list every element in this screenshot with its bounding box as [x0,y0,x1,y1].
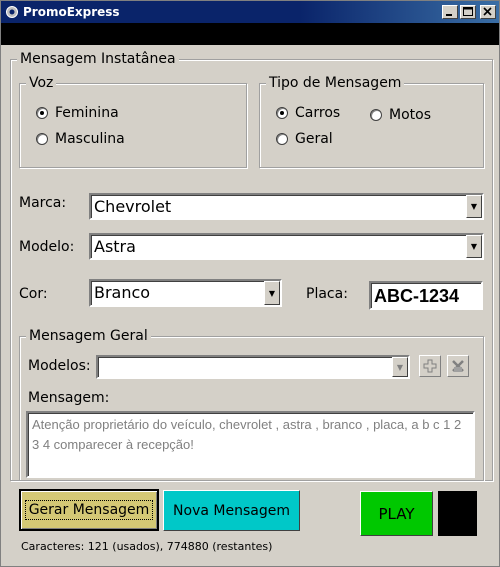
gear-app-icon [6,6,18,18]
radio-feminina-label: Feminina [55,105,119,121]
add-model-button[interactable] [419,355,441,377]
radio-motos-indicator [370,109,382,121]
mensagem-textarea[interactable]: Atenção proprietário do veículo, chevrol… [26,411,475,478]
modelo-value: Astra [94,236,136,256]
radio-carros[interactable]: Carros [276,105,340,121]
radio-masculina[interactable]: Masculina [36,131,125,147]
radio-motos[interactable]: Motos [370,107,431,123]
radio-motos-label: Motos [389,107,431,123]
radio-geral-indicator [276,133,288,145]
play-button[interactable]: PLAY [360,491,433,536]
general-message-legend: Mensagem Geral [26,328,151,344]
delete-icon [452,360,464,372]
instant-message-legend: Mensagem Instatânea [17,51,179,67]
marca-label: Marca: [19,195,67,211]
radio-carros-indicator [276,107,288,119]
gerar-mensagem-button[interactable]: Gerar Mensagem [19,489,159,531]
message-type-legend: Tipo de Mensagem [266,75,405,91]
mensagem-label: Mensagem: [28,390,110,406]
maximize-icon [463,7,473,16]
dropdown-arrow-icon[interactable]: ▼ [264,281,280,305]
nova-mensagem-button[interactable]: Nova Mensagem [163,490,300,531]
minimize-button[interactable] [442,5,458,19]
close-icon [483,7,492,16]
placa-value: ABC-1234 [374,286,460,306]
dropdown-arrow-icon[interactable]: ▼ [466,235,482,258]
modelos-label: Modelos: [28,358,91,374]
placa-input[interactable]: ABC-1234 [369,281,483,310]
placa-label: Placa: [306,286,348,302]
cor-select[interactable]: Branco ▼ [89,279,282,307]
nova-mensagem-label: Nova Mensagem [173,502,290,519]
close-button[interactable] [480,5,496,19]
radio-masculina-indicator [36,133,48,145]
minimize-icon [446,14,452,16]
modelos-select[interactable]: ▼ [96,355,410,379]
marca-value: Chevrolet [94,196,172,216]
status-text: Caracteres: 121 (usados), 774880 (restan… [21,540,273,553]
dropdown-arrow-icon[interactable]: ▼ [392,357,408,377]
radio-geral-label: Geral [295,131,333,147]
radio-feminina-indicator [36,107,48,119]
mensagem-text: Atenção proprietário do veículo, chevrol… [32,417,462,452]
dropdown-arrow-icon[interactable]: ▼ [466,195,482,218]
add-icon [423,359,437,373]
modelo-label: Modelo: [19,239,75,255]
modelo-select[interactable]: Astra ▼ [89,233,484,260]
voice-legend: Voz [26,75,57,91]
black-header-bar [1,23,499,45]
radio-carros-label: Carros [295,105,341,121]
window-title: PromoExpress [23,5,120,19]
play-label: PLAY [378,504,415,523]
delete-model-button[interactable] [447,355,469,377]
title-bar[interactable]: PromoExpress [1,1,499,23]
app-window: PromoExpress Mensagem Instatânea Voz Fem… [0,0,500,567]
stop-indicator[interactable] [438,491,477,536]
radio-masculina-label: Masculina [55,131,125,147]
maximize-button[interactable] [460,5,476,19]
gerar-mensagem-label: Gerar Mensagem [24,500,154,520]
marca-select[interactable]: Chevrolet ▼ [89,193,484,220]
radio-feminina[interactable]: Feminina [36,105,119,121]
cor-value: Branco [94,283,151,302]
radio-geral[interactable]: Geral [276,131,333,147]
cor-label: Cor: [19,286,48,302]
message-type-group: Tipo de Mensagem [259,75,484,168]
voice-group: Voz [19,75,247,168]
